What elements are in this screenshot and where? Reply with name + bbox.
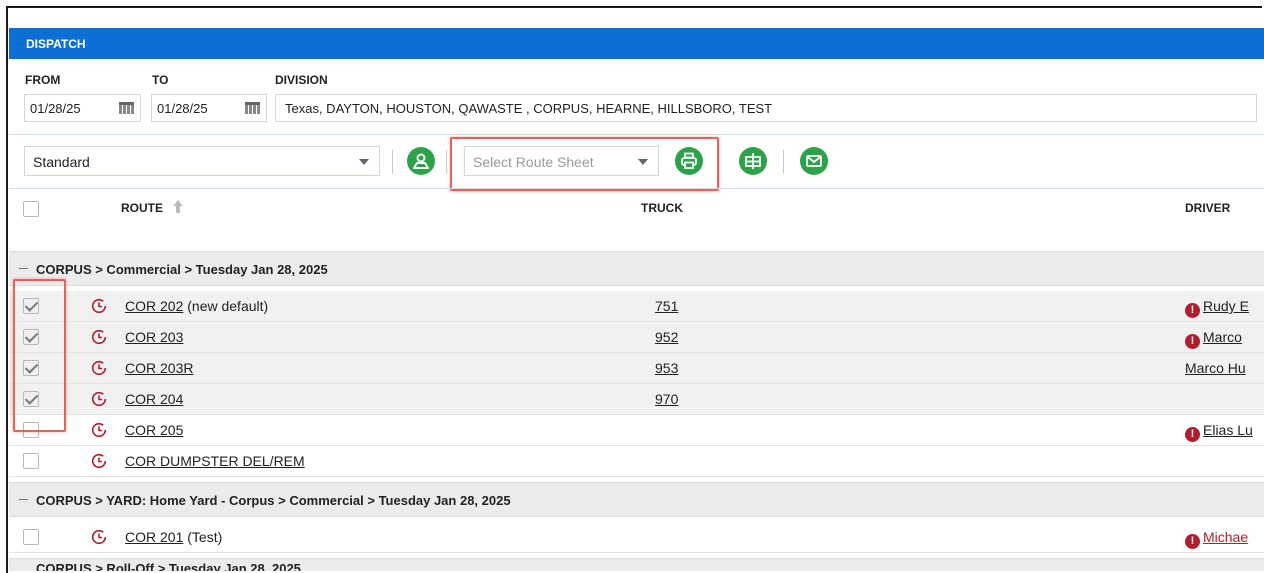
route-link[interactable]: COR 203 [125,329,183,345]
truck-link[interactable]: 970 [655,391,678,407]
from-label: FROM [25,73,61,87]
map-pin-person-icon [413,153,429,169]
table-row[interactable]: COR 203 952 ! Marco [9,322,1264,353]
row-checkbox[interactable] [23,453,39,469]
collapse-icon[interactable] [19,268,28,269]
route-link[interactable]: COR 204 [125,391,183,407]
alert-icon: ! [1185,303,1200,318]
divider [9,188,1264,189]
highlight-box-checkboxes [13,279,66,432]
view-select[interactable]: Standard [24,146,380,176]
column-header-truck[interactable]: TRUCK [641,201,683,215]
truck-link[interactable]: 751 [655,298,678,314]
split-button[interactable] [739,147,767,175]
driver-link[interactable]: Elias Lu [1203,422,1253,438]
clock-icon [91,329,107,345]
table-row[interactable]: COR 201 (Test) ! Michae [9,522,1264,553]
group-label: CORPUS > Commercial > Tuesday Jan 28, 20… [36,262,328,277]
truck-link[interactable]: 953 [655,360,678,376]
alert-icon: ! [1185,534,1200,549]
driver-link[interactable]: Michae [1203,529,1248,545]
driver-link[interactable]: Marco [1203,329,1242,345]
table-row[interactable]: COR 204 970 [9,384,1264,415]
table-row[interactable]: COR DUMPSTER DEL/REM [9,446,1264,477]
select-all-checkbox[interactable] [23,201,39,217]
column-header-route[interactable]: ROUTE [121,201,163,215]
chevron-down-icon [359,159,369,165]
email-button[interactable] [800,147,828,175]
truck-link[interactable]: 952 [655,329,678,345]
driver-link[interactable]: Marco Hu [1185,360,1246,376]
divider [9,134,1264,135]
division-field[interactable]: Texas, DAYTON, HOUSTON, QAWASTE , CORPUS… [275,94,1257,122]
clock-icon [91,529,107,545]
group-label: CORPUS > Roll-Off > Tuesday Jan 28, 2025 [36,561,301,571]
route-note: (new default) [183,298,269,314]
division-label: DIVISION [275,73,328,87]
clock-icon [91,298,107,314]
highlight-box-toolbar [450,137,719,191]
clock-icon [91,391,107,407]
group-header[interactable]: CORPUS > Commercial > Tuesday Jan 28, 20… [9,251,1264,286]
route-link[interactable]: COR 205 [125,422,183,438]
group-header[interactable]: CORPUS > YARD: Home Yard - Corpus > Comm… [9,482,1264,517]
toolbar-divider [392,150,393,174]
route-note: (Test) [183,529,223,545]
toolbar-divider [783,150,784,174]
route-link[interactable]: COR 203R [125,360,193,376]
calendar-icon[interactable] [119,102,134,114]
route-link[interactable]: COR DUMPSTER DEL/REM [125,453,305,469]
from-date-value: 01/28/25 [30,101,81,116]
driver-link[interactable]: Rudy E [1203,298,1249,314]
alert-icon: ! [1185,334,1200,349]
split-icon [745,153,761,169]
to-date-field[interactable]: 01/28/25 [151,94,267,122]
dispatch-header: DISPATCH [9,28,1264,59]
map-pin-person-button[interactable] [407,147,435,175]
email-icon [806,155,822,167]
toolbar-divider [446,150,447,174]
group-label: CORPUS > YARD: Home Yard - Corpus > Comm… [36,493,511,508]
route-link[interactable]: COR 202 [125,298,183,314]
to-label: TO [152,73,169,87]
clock-icon [91,453,107,469]
page-title: DISPATCH [26,37,86,51]
sort-ascending-icon[interactable] [172,199,184,214]
route-link[interactable]: COR 201 [125,529,183,545]
table-row[interactable]: COR 202 (new default) 751 ! Rudy E [9,291,1264,322]
clock-icon [91,422,107,438]
group-header[interactable]: CORPUS > Roll-Off > Tuesday Jan 28, 2025 [9,558,1264,571]
to-date-value: 01/28/25 [157,101,208,116]
clock-icon [91,360,107,376]
table-row[interactable]: COR 203R 953 Marco Hu [9,353,1264,384]
collapse-icon[interactable] [19,499,28,500]
table-row[interactable]: COR 205 ! Elias Lu [9,415,1264,446]
calendar-icon[interactable] [245,102,260,114]
division-value: Texas, DAYTON, HOUSTON, QAWASTE , CORPUS… [285,101,773,116]
column-header-driver[interactable]: DRIVER [1185,201,1230,215]
alert-icon: ! [1185,427,1200,442]
from-date-field[interactable]: 01/28/25 [24,94,141,122]
view-select-value: Standard [33,154,90,170]
row-checkbox[interactable] [23,529,39,545]
